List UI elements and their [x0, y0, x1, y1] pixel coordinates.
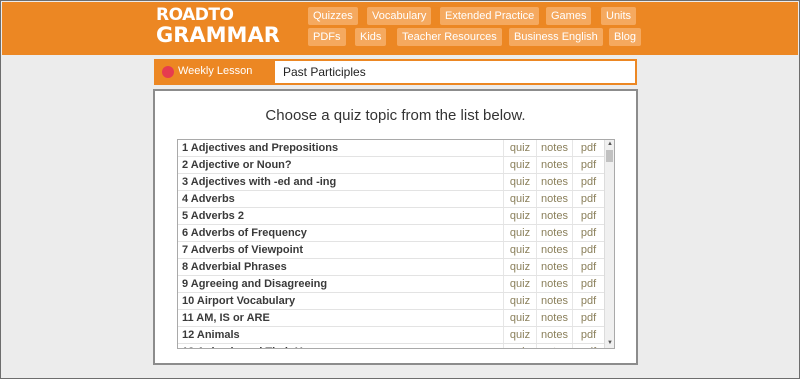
pdf-link[interactable]: pdf: [572, 174, 604, 190]
scroll-down-icon[interactable]: ▼: [605, 339, 614, 348]
logo-line-2: GRAMMAR: [156, 23, 280, 47]
topic-row: 7 Adverbs of Viewpoint quiz notes pdf: [178, 242, 604, 259]
topic-name[interactable]: 13 Animals and Their Young: [182, 346, 329, 348]
quiz-link[interactable]: quiz: [503, 344, 536, 348]
weekly-lesson-link[interactable]: Past Participles: [275, 61, 635, 83]
quiz-link[interactable]: quiz: [503, 208, 536, 224]
notes-link[interactable]: notes: [536, 344, 572, 348]
topic-row: 1 Adjectives and Prepositions quiz notes pd…: [178, 140, 604, 157]
pdf-link[interactable]: pdf: [572, 242, 604, 258]
site-logo[interactable]: ROADTO GRAMMAR: [156, 5, 280, 51]
quiz-link[interactable]: quiz: [503, 242, 536, 258]
notes-link[interactable]: notes: [536, 242, 572, 258]
nav-teacher-resources[interactable]: Teacher Resources: [397, 28, 502, 46]
topic-row: 12 Animals quiz notes pdf: [178, 327, 604, 344]
nav-games[interactable]: Games: [546, 7, 592, 25]
pdf-link[interactable]: pdf: [572, 327, 604, 343]
topic-row: 3 Adjectives with -ed and -ing quiz notes p…: [178, 174, 604, 191]
lesson-dot-icon: [162, 66, 174, 78]
topic-row: 9 Agreeing and Disagreeing quiz notes pdf: [178, 276, 604, 293]
quiz-link[interactable]: quiz: [503, 191, 536, 207]
notes-link[interactable]: notes: [536, 276, 572, 292]
page-title: Choose a quiz topic from the list below.: [265, 107, 526, 124]
nav-kids[interactable]: Kids: [355, 28, 387, 46]
notes-link[interactable]: notes: [536, 140, 572, 156]
notes-link[interactable]: notes: [536, 174, 572, 190]
notes-link[interactable]: notes: [536, 259, 572, 275]
nav-extended-practice[interactable]: Extended Practice: [440, 7, 540, 25]
nav-vocabulary[interactable]: Vocabulary: [367, 7, 432, 25]
quiz-link[interactable]: quiz: [503, 259, 536, 275]
topic-row: 5 Adverbs 2 quiz notes pdf: [178, 208, 604, 225]
pdf-link[interactable]: pdf: [572, 157, 604, 173]
topic-rows: 1 Adjectives and Prepositions quiz notes pd…: [178, 140, 604, 348]
topic-row: 11 AM, IS or ARE quiz notes pdf: [178, 310, 604, 327]
nav-units[interactable]: Units: [601, 7, 637, 25]
topic-name[interactable]: 11 AM, IS or ARE: [182, 312, 270, 324]
notes-link[interactable]: notes: [536, 157, 572, 173]
quiz-topic-card: Choose a quiz topic from the list below.…: [153, 89, 638, 365]
topic-name[interactable]: 4 Adverbs: [182, 193, 235, 205]
notes-link[interactable]: notes: [536, 225, 572, 241]
quiz-link[interactable]: quiz: [503, 157, 536, 173]
topic-name[interactable]: 2 Adjective or Noun?: [182, 159, 292, 171]
logo-line-1: ROADTO: [156, 5, 234, 25]
quiz-link[interactable]: quiz: [503, 276, 536, 292]
topic-row: 2 Adjective or Noun? quiz notes pdf: [178, 157, 604, 174]
weekly-lesson-title[interactable]: Past Participles: [283, 65, 366, 79]
topic-list[interactable]: 1 Adjectives and Prepositions quiz notes pd…: [177, 139, 615, 349]
pdf-link[interactable]: pdf: [572, 344, 604, 348]
notes-link[interactable]: notes: [536, 293, 572, 309]
quiz-link[interactable]: quiz: [503, 327, 536, 343]
pdf-link[interactable]: pdf: [572, 191, 604, 207]
pdf-link[interactable]: pdf: [572, 310, 604, 326]
pdf-link[interactable]: pdf: [572, 140, 604, 156]
notes-link[interactable]: notes: [536, 327, 572, 343]
pdf-link[interactable]: pdf: [572, 293, 604, 309]
notes-link[interactable]: notes: [536, 310, 572, 326]
topic-name[interactable]: 12 Animals: [182, 329, 240, 341]
pdf-link[interactable]: pdf: [572, 225, 604, 241]
nav-quizzes[interactable]: Quizzes: [308, 7, 358, 25]
topic-name[interactable]: 6 Adverbs of Frequency: [182, 227, 307, 239]
weekly-lesson-bar[interactable]: Weekly Lesson Past Participles: [154, 59, 637, 85]
topic-row: 13 Animals and Their Young quiznotespdf: [178, 344, 604, 348]
pdf-link[interactable]: pdf: [572, 208, 604, 224]
nav-blog[interactable]: Blog: [609, 28, 642, 46]
quiz-link[interactable]: quiz: [503, 174, 536, 190]
site-header: ROADTO GRAMMAR Quizzes Vocabulary Extend…: [2, 2, 798, 55]
quiz-link[interactable]: quiz: [503, 293, 536, 309]
nav-business-english[interactable]: Business English: [509, 28, 603, 46]
topic-name[interactable]: 9 Agreeing and Disagreeing: [182, 278, 327, 290]
topic-row: 10 Airport Vocabulary quiz notes pdf: [178, 293, 604, 310]
notes-link[interactable]: notes: [536, 191, 572, 207]
topic-name[interactable]: 1 Adjectives and Prepositions: [182, 142, 338, 154]
topic-row: 8 Adverbial Phrases quiz notes pdf: [178, 259, 604, 276]
quiz-link[interactable]: quiz: [503, 310, 536, 326]
scroll-up-icon[interactable]: ▲: [605, 140, 614, 149]
topic-name[interactable]: 5 Adverbs 2: [182, 210, 244, 222]
weekly-lesson-label: Weekly Lesson: [178, 65, 253, 77]
quiz-link[interactable]: quiz: [503, 140, 536, 156]
topic-name[interactable]: 8 Adverbial Phrases: [182, 261, 287, 273]
topic-name[interactable]: 7 Adverbs of Viewpoint: [182, 244, 303, 256]
topic-row: 4 Adverbs quiz notes pdf: [178, 191, 604, 208]
nav-pdfs[interactable]: PDFs: [308, 28, 346, 46]
pdf-link[interactable]: pdf: [572, 259, 604, 275]
quiz-link[interactable]: quiz: [503, 225, 536, 241]
topic-row: 6 Adverbs of Frequency quiz notes pdf: [178, 225, 604, 242]
topic-name[interactable]: 10 Airport Vocabulary: [182, 295, 295, 307]
scroll-thumb[interactable]: [606, 150, 613, 162]
notes-link[interactable]: notes: [536, 208, 572, 224]
topic-list-scrollbar[interactable]: ▲ ▼: [604, 140, 614, 348]
weekly-lesson-tag: Weekly Lesson: [156, 61, 275, 83]
pdf-link[interactable]: pdf: [572, 276, 604, 292]
topic-name[interactable]: 3 Adjectives with -ed and -ing: [182, 176, 336, 188]
